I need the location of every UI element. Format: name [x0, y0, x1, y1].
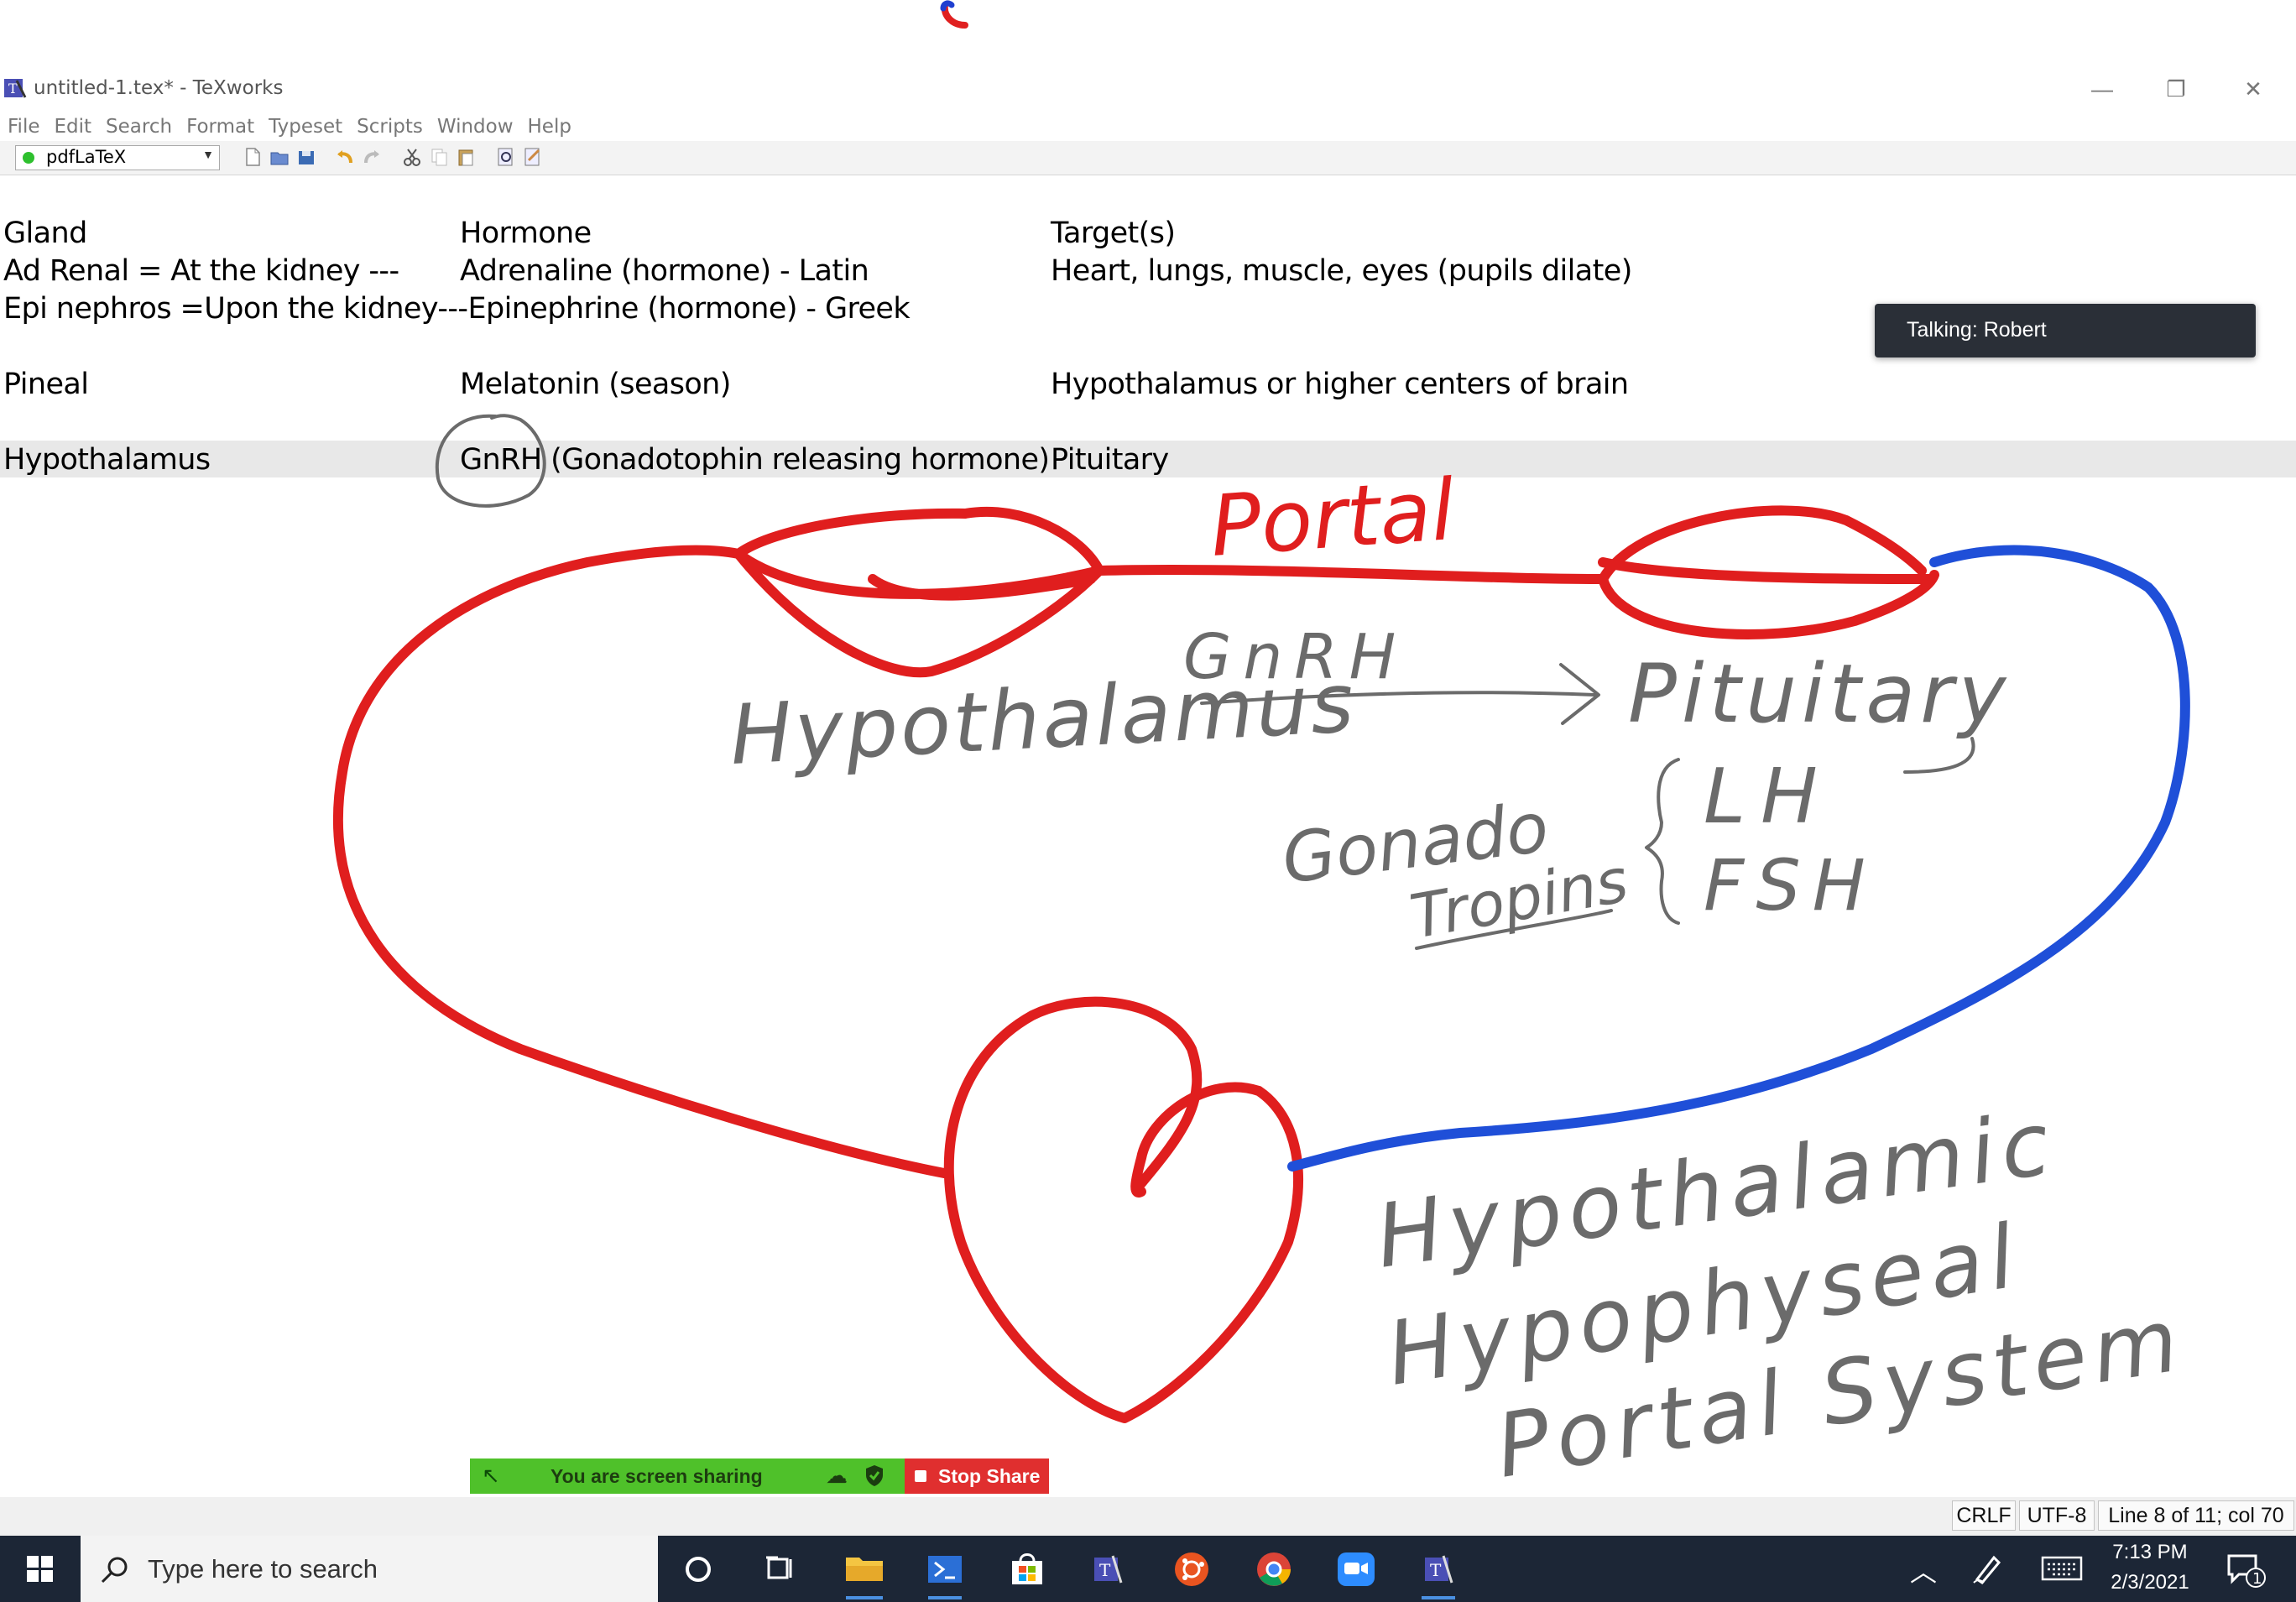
window-title-bar: T untitled-1.tex* - TeXworks — ❐ ✕ — [0, 70, 2296, 107]
chrome-icon[interactable] — [1234, 1536, 1314, 1602]
line-col-target: Target(s) — [1051, 217, 1176, 250]
line-col-gland: Ad Renal = At the kidney --- — [3, 254, 399, 288]
editor-line-current[interactable]: Hypothalamus GnRH (Gonadotophin releasin… — [0, 441, 2296, 477]
texworks-icon[interactable]: T — [1067, 1536, 1148, 1602]
pen-workspace-icon[interactable] — [1969, 1551, 2009, 1586]
copy-icon[interactable] — [428, 146, 450, 168]
menu-bar: File Edit Search Format Typeset Scripts … — [0, 112, 2296, 141]
typeset-dot-icon[interactable] — [23, 152, 34, 164]
typeset-engine-select[interactable]: pdfLaTeX ▼ — [15, 145, 220, 170]
status-bar: CRLF UTF-8 Line 8 of 11; col 70 — [0, 1497, 2296, 1536]
menu-format[interactable]: Format — [179, 112, 261, 141]
save-icon[interactable] — [295, 146, 317, 168]
line-col-hormone: GnRH (Gonadotophin releasing hormone) — [460, 443, 1050, 477]
menu-file[interactable]: File — [0, 112, 47, 141]
line-col-target: Pituitary — [1051, 443, 1169, 477]
line-col-gland: Gland — [3, 217, 87, 250]
dropdown-arrow-icon[interactable]: ▼ — [202, 148, 214, 161]
svg-text:T: T — [8, 81, 18, 97]
line-col-target: Hypothalamus or higher centers of brain — [1051, 368, 1629, 401]
window-title: untitled-1.tex* - TeXworks — [34, 77, 284, 99]
line-col-gland: Pineal — [3, 368, 89, 401]
touch-keyboard-icon[interactable] — [2041, 1554, 2083, 1583]
talking-label: Talking: Robert — [1907, 318, 2047, 342]
editor-line[interactable]: Gland Hormone Target(s) — [0, 214, 2296, 251]
menu-edit[interactable]: Edit — [47, 112, 99, 141]
zoom-icon[interactable] — [1316, 1536, 1396, 1602]
minimize-button[interactable]: — — [2064, 70, 2140, 107]
screen-share-bar: ↖ You are screen sharing ☁ Stop Share — [470, 1458, 1049, 1494]
notification-center-icon[interactable]: 1 — [2224, 1549, 2266, 1589]
task-view-icon[interactable] — [738, 1536, 819, 1602]
undo-icon[interactable] — [334, 146, 356, 168]
maximize-button[interactable]: ❐ — [2138, 70, 2214, 107]
clock-time[interactable]: 7:13 PM — [2086, 1541, 2214, 1564]
svg-text:T: T — [1099, 1560, 1111, 1580]
cut-icon[interactable] — [401, 146, 423, 168]
menu-search[interactable]: Search — [98, 112, 179, 141]
windows-taskbar: Type here to search T T ︿ 7:13 PM 2/3/20… — [0, 1536, 2296, 1602]
line-col-target: Heart, lungs, muscle, eyes (pupils dilat… — [1051, 254, 1632, 288]
texworks-app-icon: T — [4, 79, 27, 98]
share-status-text: You are screen sharing — [551, 1465, 763, 1487]
texworks-icon[interactable]: T — [1398, 1536, 1479, 1602]
close-button[interactable]: ✕ — [2215, 70, 2291, 107]
line-col-gland: Epi nephros =Upon the kidney---Epinephri… — [3, 292, 911, 326]
zoom-floating-logo-icon[interactable] — [940, 0, 973, 30]
line-col-hormone: Melatonin (season) — [460, 368, 731, 401]
share-status-panel[interactable]: ↖ You are screen sharing ☁ — [470, 1458, 905, 1494]
menu-help[interactable]: Help — [520, 112, 578, 141]
editor-line[interactable]: Pineal Melatonin (season) Hypothalamus o… — [0, 365, 2296, 402]
paste-icon[interactable] — [455, 146, 477, 168]
taskbar-search-box[interactable]: Type here to search — [81, 1536, 658, 1602]
search-icon — [101, 1557, 128, 1584]
new-file-icon[interactable] — [242, 146, 264, 168]
replace-icon[interactable] — [522, 146, 544, 168]
tray-chevron-up-icon[interactable]: ︿ — [1910, 1551, 1937, 1589]
redo-icon[interactable] — [361, 146, 383, 168]
shield-icon — [866, 1465, 883, 1486]
find-icon[interactable] — [495, 146, 517, 168]
line-col-gland: Hypothalamus — [3, 443, 211, 477]
talking-indicator: Talking: Robert — [1875, 304, 2256, 357]
share-arrow-icon: ↖ — [482, 1463, 500, 1488]
toolbar: pdfLaTeX ▼ — [0, 141, 2296, 175]
ubuntu-icon[interactable] — [1151, 1536, 1232, 1602]
editor-line[interactable]: Ad Renal = At the kidney --- Adrenaline … — [0, 252, 2296, 289]
line-col-hormone: Hormone — [460, 217, 592, 250]
open-file-icon[interactable] — [269, 146, 290, 168]
stop-share-button[interactable]: Stop Share — [905, 1458, 1049, 1494]
store-icon[interactable] — [987, 1536, 1067, 1602]
cursor-position-indicator: Line 8 of 11; col 70 — [2098, 1500, 2294, 1531]
notification-count: 1 — [2252, 1570, 2262, 1588]
menu-scripts[interactable]: Scripts — [349, 112, 430, 141]
stop-share-label: Stop Share — [938, 1465, 1041, 1487]
cortana-icon[interactable] — [658, 1536, 738, 1602]
svg-text:T: T — [1430, 1560, 1442, 1580]
clock-date[interactable]: 2/3/2021 — [2086, 1571, 2214, 1594]
menu-typeset[interactable]: Typeset — [261, 112, 349, 141]
menu-window[interactable]: Window — [430, 112, 520, 141]
line-col-hormone: Adrenaline (hormone) - Latin — [460, 254, 869, 288]
search-placeholder: Type here to search — [148, 1554, 378, 1584]
stop-icon — [915, 1470, 926, 1482]
windows-start-icon[interactable] — [0, 1536, 81, 1602]
encoding-indicator[interactable]: UTF-8 — [2019, 1500, 2095, 1531]
line-ending-indicator[interactable]: CRLF — [1952, 1500, 2016, 1531]
file-explorer-icon[interactable] — [824, 1536, 905, 1602]
cloud-icon: ☁ — [826, 1463, 848, 1488]
editor-area[interactable]: Gland Hormone Target(s) Ad Renal = At th… — [0, 176, 2296, 1497]
powershell-icon[interactable] — [905, 1536, 985, 1602]
typeset-engine-value: pdfLaTeX — [46, 147, 127, 167]
